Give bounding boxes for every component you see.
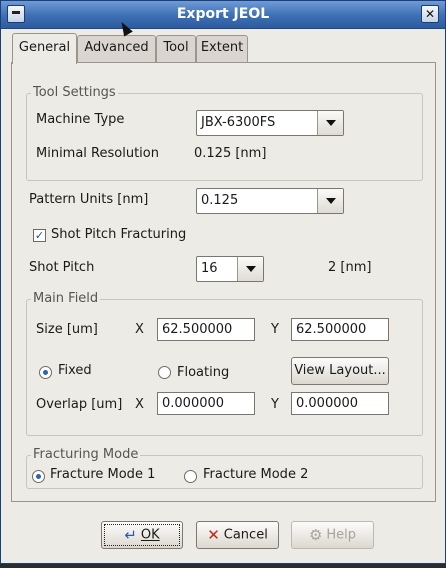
enter-icon: ↵ <box>124 526 137 544</box>
floating-radio[interactable] <box>158 366 171 379</box>
pattern-units-label: Pattern Units [nm] <box>29 192 149 207</box>
tab-tool[interactable]: Tool <box>156 35 196 62</box>
shot-pitch-combo[interactable]: 16 <box>196 256 264 282</box>
size-x-input[interactable]: 62.500000 <box>157 318 255 341</box>
machine-type-value: JBX-6300FS <box>201 115 276 130</box>
fracture-mode-2-label[interactable]: Fracture Mode 2 <box>203 467 308 482</box>
overlap-y-input[interactable]: 0.000000 <box>291 392 389 415</box>
title-bar[interactable]: Export JEOL ✕ <box>1 1 445 29</box>
floating-label[interactable]: Floating <box>177 365 229 380</box>
help-icon: ⚙ <box>308 526 323 544</box>
shot-pitch-result: 2 [nm] <box>328 260 372 275</box>
overlap-label: Overlap [um] <box>36 397 123 412</box>
tool-settings-title: Tool Settings <box>31 85 118 100</box>
shot-pitch-label: Shot Pitch <box>29 260 95 275</box>
view-layout-button[interactable]: View Layout... <box>291 357 389 385</box>
cancel-button[interactable]: ✕ Cancel <box>196 521 279 549</box>
size-label: Size [um] <box>36 322 98 337</box>
machine-type-combo[interactable]: JBX-6300FS <box>196 110 344 136</box>
close-icon: ✕ <box>207 526 220 544</box>
overlap-y-label: Y <box>271 397 279 412</box>
general-panel: Tool Settings Machine Type JBX-6300FS Mi… <box>11 62 436 502</box>
fixed-radio[interactable] <box>39 366 52 379</box>
window-title: Export JEOL <box>176 6 270 22</box>
size-y-label: Y <box>271 322 279 337</box>
overlap-x-label: X <box>135 397 144 412</box>
fracture-mode-1-label[interactable]: Fracture Mode 1 <box>50 467 155 482</box>
chevron-down-icon[interactable] <box>317 189 343 213</box>
overlap-x-input[interactable]: 0.000000 <box>157 392 255 415</box>
shot-pitch-value: 16 <box>201 261 218 276</box>
main-field-title: Main Field <box>31 291 101 306</box>
fracture-mode-2-radio[interactable] <box>184 470 197 483</box>
export-dialog: Export JEOL ✕ General Advanced Tool Exte… <box>0 0 446 564</box>
pattern-units-value: 0.125 <box>201 193 239 208</box>
tool-settings-group: Tool Settings <box>26 85 423 181</box>
ok-button[interactable]: ↵ OK <box>101 521 183 549</box>
fracture-mode-1-radio[interactable] <box>32 470 45 483</box>
machine-type-label: Machine Type <box>36 112 125 127</box>
tab-advanced[interactable]: Advanced <box>77 35 156 62</box>
tab-extent[interactable]: Extent <box>196 35 248 62</box>
shot-pitch-fracturing-checkbox[interactable]: ✓ <box>33 229 46 242</box>
tab-general[interactable]: General <box>12 33 77 64</box>
min-resolution-label: Minimal Resolution <box>36 146 159 161</box>
desktop-strip <box>0 564 446 568</box>
shot-pitch-fracturing-label[interactable]: Shot Pitch Fracturing <box>51 227 186 242</box>
help-button[interactable]: ⚙ Help <box>291 521 374 549</box>
close-icon: ✕ <box>424 7 436 21</box>
close-button[interactable]: ✕ <box>421 5 439 23</box>
fixed-label[interactable]: Fixed <box>58 363 92 378</box>
fracturing-mode-title: Fracturing Mode <box>31 447 141 462</box>
chevron-down-icon[interactable] <box>237 257 263 281</box>
size-x-label: X <box>135 322 144 337</box>
min-resolution-value: 0.125 [nm] <box>194 146 267 161</box>
chevron-down-icon[interactable] <box>317 111 343 135</box>
size-y-input[interactable]: 62.500000 <box>291 318 389 341</box>
pattern-units-combo[interactable]: 0.125 <box>196 188 344 214</box>
